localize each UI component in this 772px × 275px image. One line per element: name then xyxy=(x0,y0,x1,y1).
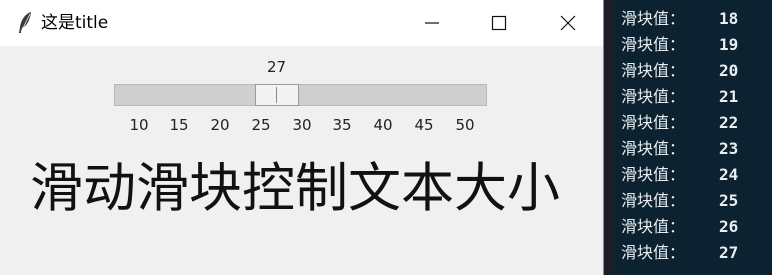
tick-label: 30 xyxy=(292,116,312,134)
tick-label: 45 xyxy=(414,116,434,134)
tick-label: 40 xyxy=(373,116,393,134)
maximize-button[interactable] xyxy=(465,0,533,46)
console-line: 滑块值： 25 xyxy=(621,188,738,213)
console-line-label: 滑块值： xyxy=(621,243,686,262)
scale-value-label: 27 xyxy=(267,58,287,76)
tick-label: 50 xyxy=(455,116,475,134)
close-icon xyxy=(560,15,576,31)
window-divider xyxy=(604,0,614,275)
console-line-value: 22 xyxy=(719,113,739,132)
console-line-label: 滑块值： xyxy=(621,139,686,158)
tick-label: 25 xyxy=(251,116,271,134)
console-line-label: 滑块值： xyxy=(621,191,686,210)
console-line-label: 滑块值： xyxy=(621,35,686,54)
console-line: 滑块值： 21 xyxy=(621,84,738,109)
tick-label: 15 xyxy=(169,116,189,134)
console-line-label: 滑块值： xyxy=(621,9,686,28)
console-line-label: 滑块值： xyxy=(621,61,686,80)
console-line-value: 27 xyxy=(719,243,739,262)
window-title: 这是title xyxy=(41,13,109,33)
console-line-value: 21 xyxy=(719,87,739,106)
maximize-icon xyxy=(491,15,507,31)
console-line-value: 23 xyxy=(719,139,739,158)
console-line: 滑块值： 24 xyxy=(621,162,738,187)
scale-tick-labels: 10 15 20 25 30 35 40 45 50 xyxy=(0,116,604,136)
console-line-label: 滑块值： xyxy=(621,113,686,132)
console-line: 滑块值： 20 xyxy=(621,58,738,83)
console-line-value: 26 xyxy=(719,217,739,236)
console-line-value: 19 xyxy=(719,35,739,54)
tick-label: 10 xyxy=(129,116,149,134)
console-line-value: 24 xyxy=(719,165,739,184)
close-button[interactable] xyxy=(534,0,602,46)
scale-trough[interactable] xyxy=(114,84,487,106)
title-bar[interactable]: 这是title xyxy=(0,0,603,46)
console-line: 滑块值： 27 xyxy=(621,240,738,265)
console-line: 滑块值： 26 xyxy=(621,214,738,239)
slider-grip xyxy=(276,87,277,103)
console-output: 滑块值： 18 滑块值： 19 滑块值： 20 滑块值： 21 滑块值： 22 滑块值： 2… xyxy=(614,0,772,275)
tick-label: 35 xyxy=(332,116,352,134)
console-line-value: 18 xyxy=(719,9,739,28)
console-line-value: 25 xyxy=(719,191,739,210)
tk-window: 这是title 27 10 15 20 25 30 35 40 45 50 滑动… xyxy=(0,0,604,275)
console-line: 滑块值： 18 xyxy=(621,6,738,31)
console-line: 滑块值： 23 xyxy=(621,136,738,161)
tick-label: 20 xyxy=(210,116,230,134)
console-line-label: 滑块值： xyxy=(621,87,686,106)
console-line-label: 滑块值： xyxy=(621,217,686,236)
feather-icon xyxy=(16,11,34,35)
minimize-icon xyxy=(425,22,439,24)
console-line: 滑块值： 22 xyxy=(621,110,738,135)
minimize-button[interactable] xyxy=(398,0,466,46)
console-line-label: 滑块值： xyxy=(621,165,686,184)
scale-slider-handle[interactable] xyxy=(255,84,299,106)
console-line: 滑块值： 19 xyxy=(621,32,738,57)
sized-text-label: 滑动滑块控制文本大小 xyxy=(30,158,560,219)
console-line-value: 20 xyxy=(719,61,739,80)
